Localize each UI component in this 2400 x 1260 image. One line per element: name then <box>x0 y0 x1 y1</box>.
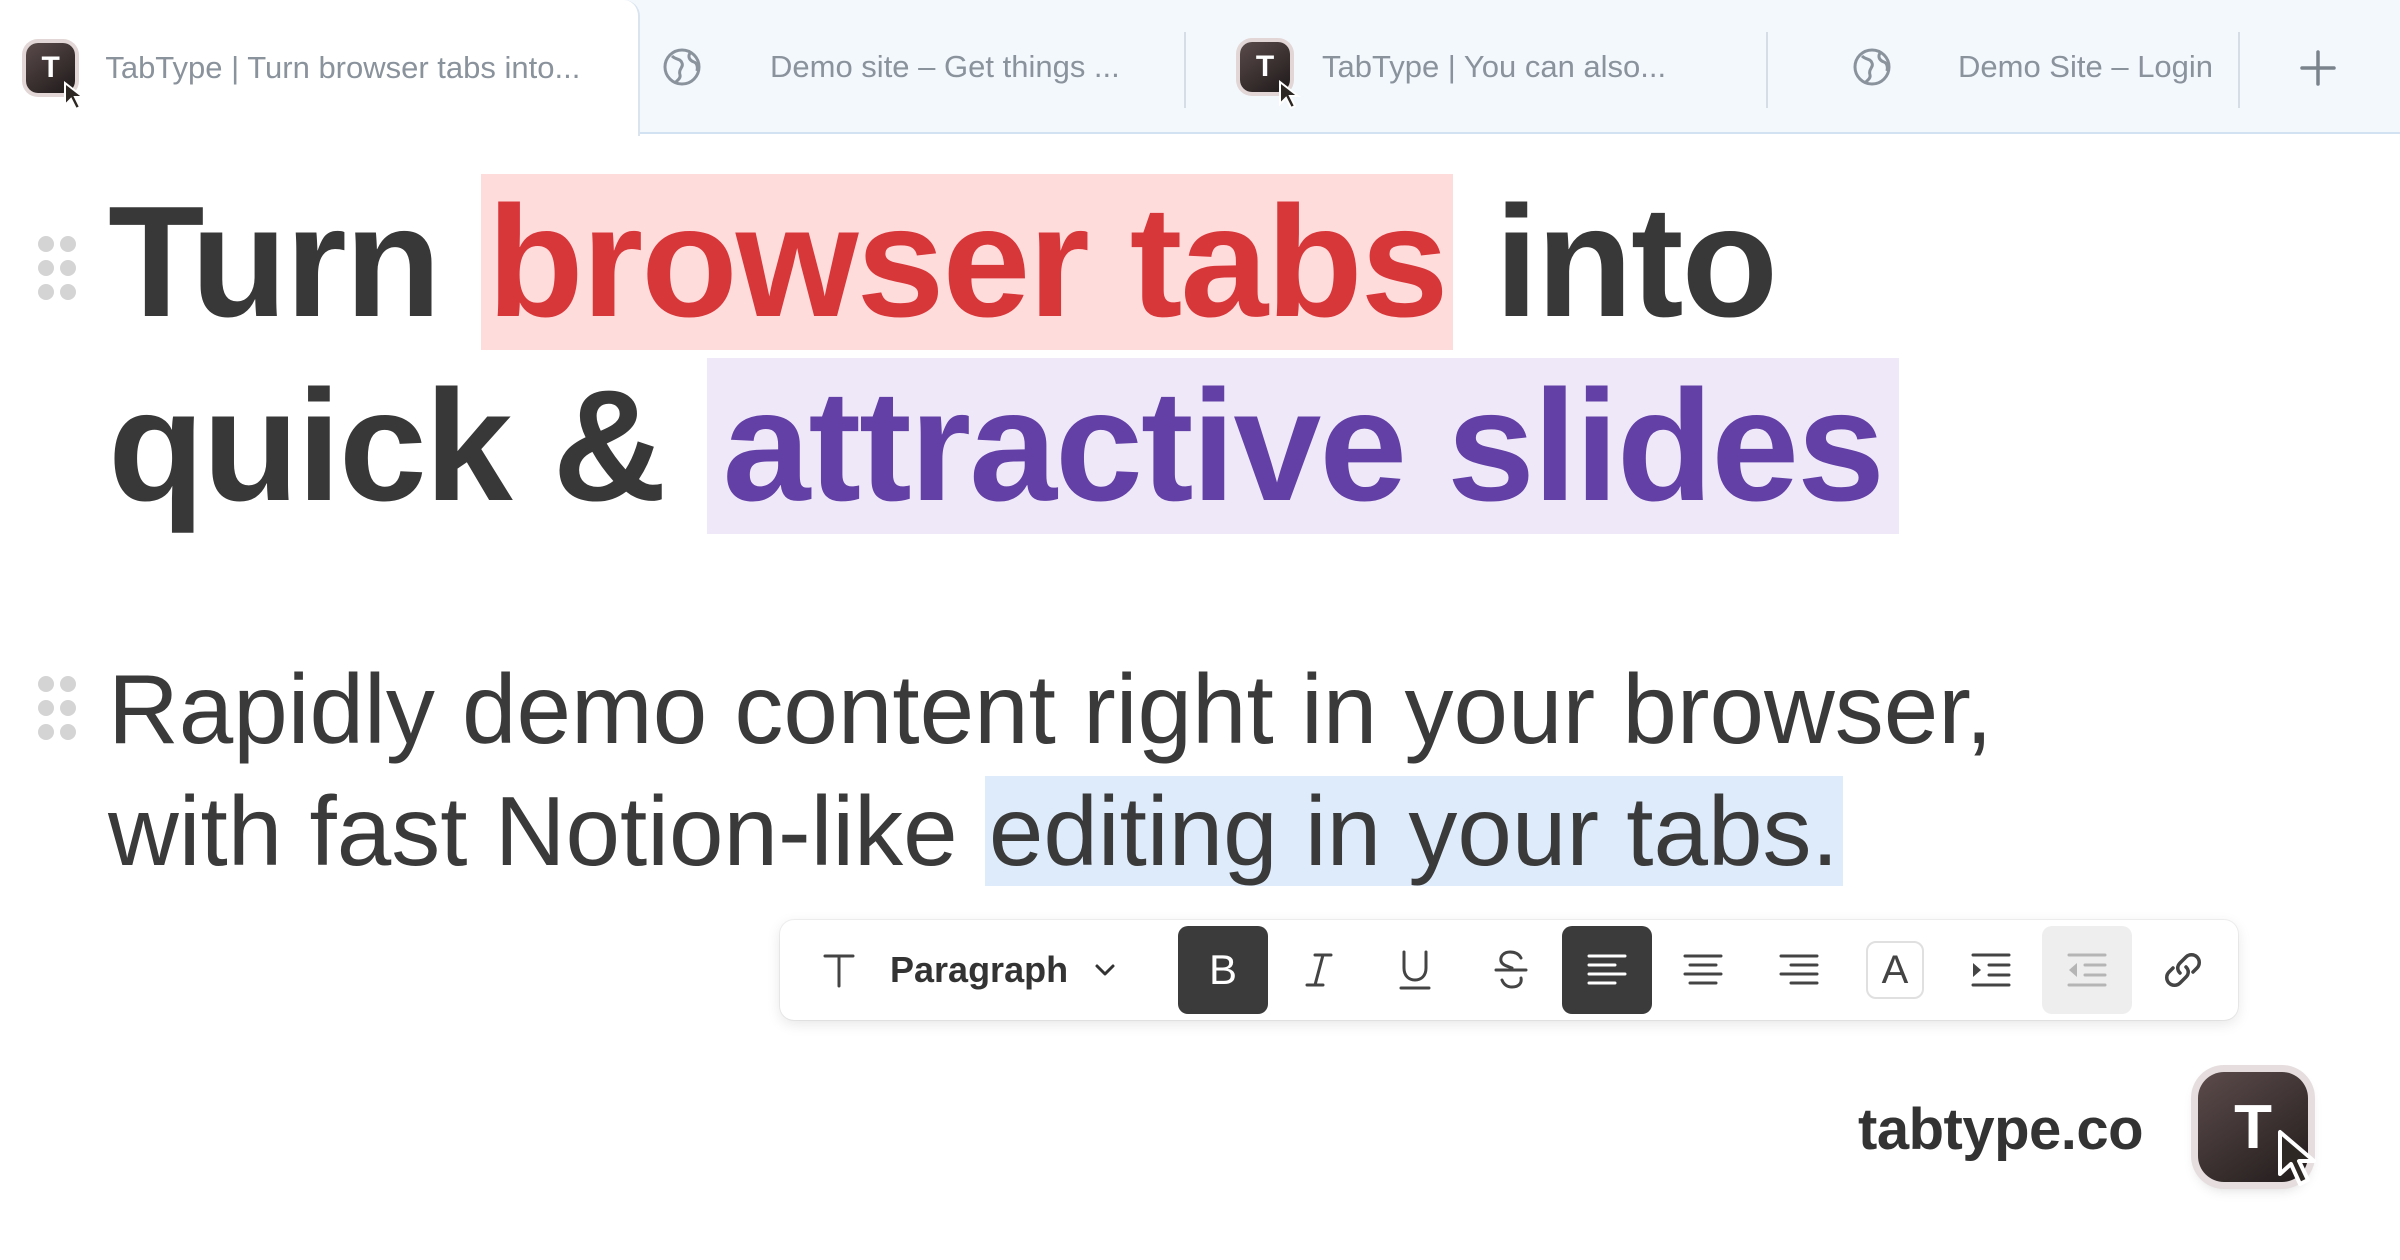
text-style-button[interactable] <box>794 926 884 1014</box>
tab-demo-site-login[interactable]: Demo Site – Login <box>1850 0 2250 134</box>
globe-icon <box>1853 48 1891 86</box>
page-heading[interactable]: Turn browser tabs into quick & attractiv… <box>108 170 2108 538</box>
text-style-icon <box>823 954 855 988</box>
page-paragraph[interactable]: Rapidly demo content right in your brows… <box>108 648 2358 892</box>
new-tab-button[interactable] <box>2290 40 2346 96</box>
tab-label: Demo Site – Login <box>1958 49 2214 84</box>
text-color-icon: A <box>1866 941 1924 999</box>
paragraph-line: with fast Notion-like <box>108 776 985 886</box>
tab-label: TabType | Turn browser tabs into... <box>105 50 581 85</box>
chevron-down-icon <box>1095 964 1115 976</box>
link-button[interactable] <box>2138 926 2228 1014</box>
outdent-icon <box>2067 953 2107 987</box>
paragraph-line: Rapidly demo content right in your brows… <box>108 654 1993 764</box>
tabtype-favicon-icon: T <box>1240 42 1301 110</box>
highlight-browser-tabs: browser tabs <box>481 174 1453 350</box>
cursor-icon <box>1279 80 1301 110</box>
underline-button[interactable] <box>1370 926 1460 1014</box>
tab-demo-site-get-things[interactable]: Demo site – Get things ... <box>660 0 1180 134</box>
align-right-icon <box>1779 954 1819 985</box>
strikethrough-button[interactable] <box>1466 926 1556 1014</box>
align-left-icon <box>1587 954 1627 985</box>
heading-text: into <box>1452 174 1779 350</box>
tab-label: Demo site – Get things ... <box>770 49 1120 84</box>
bold-button[interactable]: B <box>1178 926 1268 1014</box>
selected-text-highlight: editing in your tabs. <box>984 776 1843 886</box>
indent-button[interactable] <box>1946 926 2036 1014</box>
tab-divider <box>2238 32 2240 108</box>
paragraph-drag-handle-icon[interactable] <box>38 676 78 740</box>
tab-tabtype-turn[interactable]: T TabType | Turn browser tabs into... <box>0 0 640 136</box>
highlight-attractive-slides: attractive slides <box>706 358 1899 534</box>
indent-icon <box>1971 953 2011 987</box>
browser-tab-strip: T TabType | Turn browser tabs into... De… <box>0 0 2400 136</box>
italic-icon <box>1305 953 1333 987</box>
underline-icon <box>1399 950 1431 990</box>
italic-button[interactable] <box>1274 926 1364 1014</box>
heading-text: Turn <box>108 174 482 350</box>
align-center-icon <box>1683 954 1723 985</box>
strikethrough-icon <box>1494 950 1528 989</box>
block-type-label: Paragraph <box>890 949 1069 990</box>
globe-icon <box>663 48 701 86</box>
heading-text: quick & <box>108 358 707 534</box>
outdent-button[interactable] <box>2042 926 2132 1014</box>
tabtype-favicon-icon: T <box>26 43 87 111</box>
link-icon <box>2165 953 2201 987</box>
formatting-toolbar: Paragraph B A <box>780 920 2238 1020</box>
heading-drag-handle-icon[interactable] <box>38 236 78 300</box>
tab-divider <box>1184 32 1186 108</box>
align-center-button[interactable] <box>1658 926 1748 1014</box>
brand-url[interactable]: tabtype.co <box>1858 1096 2144 1163</box>
cursor-icon <box>64 81 87 111</box>
bold-icon: B <box>1208 946 1237 993</box>
block-type-dropdown[interactable]: Paragraph <box>890 920 1116 1020</box>
plus-icon <box>2300 50 2336 86</box>
align-right-button[interactable] <box>1754 926 1844 1014</box>
tab-label: TabType | You can also... <box>1322 49 1667 84</box>
text-color-button[interactable]: A <box>1850 926 1940 1014</box>
tab-divider <box>1766 32 1768 108</box>
tab-tabtype-you-can[interactable]: T TabType | You can also... <box>1240 0 1760 134</box>
cursor-icon <box>2278 1130 2316 1186</box>
align-left-button[interactable] <box>1562 926 1652 1014</box>
